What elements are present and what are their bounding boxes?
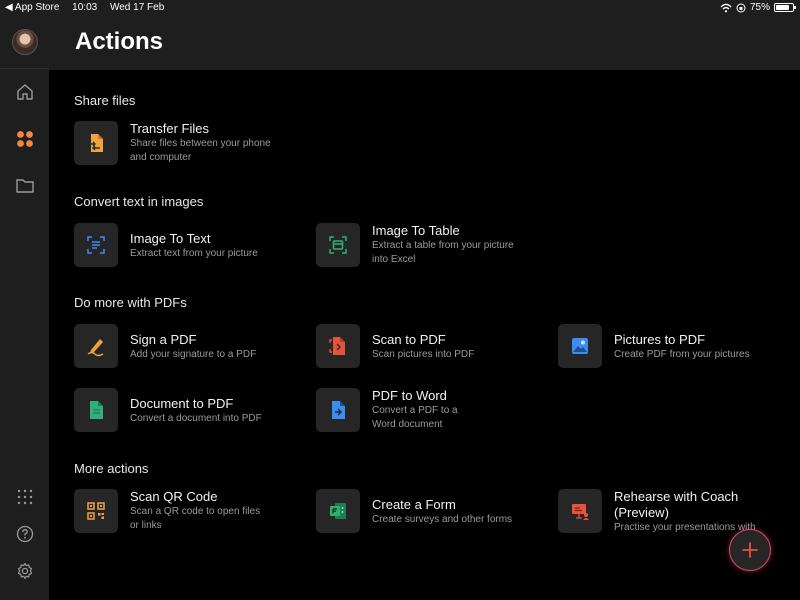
signature-icon [87, 339, 104, 357]
action-tile [316, 324, 360, 368]
action-tile [74, 489, 118, 533]
scan-pdf-icon [329, 337, 345, 355]
action-title: Transfer Files [130, 121, 209, 136]
battery-icon [774, 3, 796, 12]
action-tile [74, 388, 118, 432]
orientation-lock-icon [736, 3, 746, 12]
image-table-icon [329, 236, 347, 254]
action-scan-qr-code[interactable]: Scan QR Code Scan a QR code to open file… [74, 489, 260, 533]
action-title-preview: (Preview) [614, 505, 669, 520]
action-image-to-table[interactable]: Image To Table Extract a table from your… [316, 223, 514, 267]
action-image-to-text[interactable]: Image To Text Extract text from your pic… [74, 223, 258, 267]
section-title-pdfs: Do more with PDFs [74, 295, 187, 310]
action-title: Scan to PDF [372, 332, 446, 347]
home-icon [17, 84, 33, 100]
action-subtitle: Convert a document into PDF [130, 413, 262, 424]
transfer-icon [88, 134, 103, 152]
action-subtitle: Share files between your phone [130, 138, 271, 149]
action-pictures-to-pdf[interactable]: Pictures to PDF Create PDF from your pic… [558, 324, 750, 368]
folder-icon [16, 179, 34, 193]
action-subtitle: Convert a PDF to a [372, 405, 458, 416]
action-tile [558, 489, 602, 533]
action-tile [74, 223, 118, 267]
action-title: Image To Text [130, 231, 211, 246]
presenter-coach-icon [572, 504, 589, 520]
create-new-button[interactable] [729, 529, 771, 571]
action-scan-to-pdf[interactable]: Scan to PDF Scan pictures into PDF [316, 324, 474, 368]
action-title: Image To Table [372, 223, 460, 238]
image-text-icon [87, 236, 105, 254]
action-subtitle: and computer [130, 152, 192, 163]
section-title-convert-text: Convert text in images [74, 194, 204, 209]
action-title: Document to PDF [130, 396, 234, 411]
plus-icon [742, 542, 758, 558]
sidebar-item-files[interactable] [12, 173, 38, 199]
sidebar-item-actions[interactable] [12, 126, 38, 152]
dots-grid-icon [17, 489, 33, 505]
action-subtitle: Word document [372, 419, 443, 430]
back-to-app-store-link[interactable]: ◀ App Store [5, 2, 59, 13]
forms-icon [330, 503, 346, 519]
action-tile [316, 223, 360, 267]
section-title-share-files: Share files [74, 93, 136, 108]
sidebar [0, 16, 49, 600]
action-subtitle: Extract a table from your picture [372, 240, 514, 251]
action-subtitle: into Excel [372, 254, 416, 265]
action-subtitle: Scan pictures into PDF [372, 349, 475, 360]
sidebar-divider [0, 68, 49, 69]
sidebar-item-help[interactable] [12, 521, 38, 547]
action-title: PDF to Word [372, 388, 447, 403]
action-transfer-files[interactable]: Transfer Files Share files between your … [74, 121, 271, 165]
action-pdf-to-word[interactable]: PDF to Word Convert a PDF to a Word docu… [316, 388, 458, 432]
page-title: Actions [75, 28, 164, 55]
status-bar: ◀ App Store 10:03 Wed 17 Feb 75% [0, 0, 800, 16]
document-pdf-icon [90, 401, 103, 419]
apps-grid-icon [17, 131, 33, 147]
action-subtitle: Create PDF from your pictures [614, 349, 750, 360]
action-subtitle: Scan a QR code to open files [130, 506, 261, 517]
battery-percent: 75% [749, 2, 770, 13]
action-tile [316, 388, 360, 432]
action-rehearse-with-coach[interactable]: Rehearse with Coach (Preview) Practise y… [558, 489, 774, 535]
action-create-form[interactable]: Create a Form Create surveys and other f… [316, 489, 512, 533]
action-document-to-pdf[interactable]: Document to PDF Convert a document into … [74, 388, 262, 432]
sidebar-item-home[interactable] [12, 79, 38, 105]
action-title: Sign a PDF [130, 332, 197, 347]
wifi-icon [720, 3, 732, 12]
action-tile [558, 324, 602, 368]
action-subtitle: Create surveys and other forms [372, 514, 513, 525]
action-sign-pdf[interactable]: Sign a PDF Add your signature to a PDF [74, 324, 256, 368]
avatar[interactable] [12, 29, 38, 55]
action-title: Scan QR Code [130, 489, 218, 504]
action-tile [74, 324, 118, 368]
status-time: 10:03 [72, 2, 98, 13]
action-subtitle: or links [130, 520, 162, 531]
qr-code-icon [87, 502, 105, 520]
status-date: Wed 17 Feb [109, 2, 165, 13]
gear-icon [17, 562, 33, 580]
pdf-word-icon [332, 401, 345, 419]
pictures-pdf-icon [572, 338, 588, 354]
section-title-more-actions: More actions [74, 461, 149, 476]
action-tile [74, 121, 118, 165]
action-tile [316, 489, 360, 533]
action-subtitle: Extract text from your picture [130, 248, 258, 259]
action-subtitle: Add your signature to a PDF [130, 349, 257, 360]
help-icon [16, 525, 34, 543]
actions-list: Share files Transfer Files Share files b… [49, 70, 800, 600]
sidebar-item-more-apps[interactable] [12, 484, 38, 510]
sidebar-item-settings[interactable] [12, 558, 38, 584]
action-title: Pictures to PDF [614, 332, 706, 347]
action-title: Rehearse with Coach [614, 489, 739, 504]
page-header: Actions [49, 16, 800, 70]
action-title: Create a Form [372, 497, 456, 512]
